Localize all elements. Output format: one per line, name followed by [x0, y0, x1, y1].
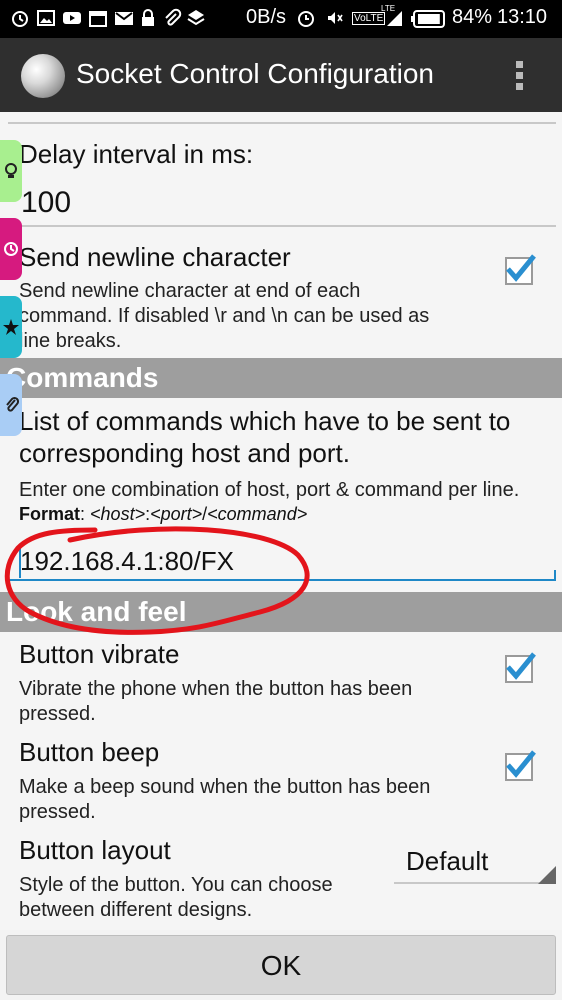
delay-underline	[8, 225, 556, 227]
vibrate-title: Button vibrate	[19, 639, 180, 669]
category-look-and-feel: Look and feel	[0, 592, 562, 632]
category-commands: Commands	[0, 358, 562, 398]
clock-icon	[4, 242, 18, 256]
check-icon	[506, 750, 536, 778]
category-commands-label: Commands	[6, 362, 159, 393]
commands-title-2: corresponding host and port.	[19, 438, 350, 468]
signal-icon	[387, 11, 402, 26]
format-port: <port>	[150, 504, 203, 524]
image-icon	[37, 10, 55, 26]
layout-dropdown[interactable]: Default	[406, 846, 488, 877]
layout-title: Button layout	[19, 835, 171, 865]
layout-summary-1: Style of the button. You can choose	[19, 874, 333, 896]
overflow-menu-icon[interactable]	[508, 58, 530, 92]
newline-summary-3: line breaks.	[19, 330, 122, 352]
app-title: Socket Control Configuration	[76, 58, 434, 89]
battery-icon	[411, 10, 445, 28]
category-look-and-feel-label: Look and feel	[6, 596, 187, 627]
app-logo-icon	[21, 54, 65, 98]
youtube-icon	[63, 12, 81, 24]
ok-button-label: OK	[260, 950, 302, 981]
delay-input[interactable]: 100	[21, 186, 71, 220]
commands-title-1: List of commands which have to be sent t…	[19, 406, 511, 436]
dropdown-triangle-icon	[538, 866, 556, 884]
commands-input-underline	[6, 579, 556, 581]
beep-summary-2: pressed.	[19, 801, 96, 823]
mute-icon	[328, 12, 343, 24]
lightbulb-icon	[5, 163, 17, 178]
newline-checkbox[interactable]	[505, 254, 536, 285]
divider	[8, 122, 556, 124]
clock: 13:10	[497, 6, 548, 28]
newline-title: Send newline character	[19, 242, 291, 272]
layers-icon	[187, 10, 205, 26]
layout-summary-2: between different designs.	[19, 899, 253, 921]
newline-summary-2: command. If disabled \r and \n can be us…	[19, 305, 430, 327]
format-host: <host>	[90, 504, 146, 524]
lock-icon	[142, 9, 154, 26]
side-tab-star[interactable]	[0, 296, 22, 358]
beep-title: Button beep	[19, 737, 160, 767]
alarm-icon	[12, 11, 28, 27]
commands-summary: Enter one combination of host, port & co…	[19, 479, 520, 501]
vibrate-summary-2: pressed.	[19, 703, 96, 725]
commands-format: Format: <host>:<port>/<command>	[19, 504, 308, 524]
commands-input[interactable]: 192.168.4.1:80/FX	[20, 546, 234, 577]
beep-checkbox[interactable]	[505, 750, 536, 781]
delay-label: Delay interval in ms:	[19, 139, 254, 169]
battery-percent: 84%	[452, 6, 493, 28]
vibrate-checkbox[interactable]	[505, 652, 536, 683]
volte-badge: VoLTE	[352, 12, 386, 25]
ok-button[interactable]: OK	[6, 935, 556, 995]
side-tab-lightbulb[interactable]	[0, 140, 22, 202]
format-command: <command>	[207, 504, 308, 524]
check-icon	[506, 254, 536, 282]
alarm-clock-icon	[298, 11, 314, 27]
gmail-icon	[115, 12, 133, 25]
layout-dropdown-underline	[394, 882, 556, 884]
vibrate-summary-1: Vibrate the phone when the button has be…	[19, 678, 413, 700]
check-icon	[506, 652, 536, 680]
star-icon	[3, 319, 19, 335]
newline-summary-1: Send newline character at end of each	[19, 280, 361, 302]
side-tab-paperclip[interactable]	[0, 374, 22, 436]
paperclip-icon	[6, 396, 19, 412]
preferences-list: Delay interval in ms: 100 Send newline c…	[0, 112, 562, 930]
network-speed: 0B/s	[246, 6, 287, 28]
status-bar: 0B/s VoLTE LTE 84% 13:10	[0, 0, 562, 38]
side-tab-clock[interactable]	[0, 218, 22, 280]
beep-summary-1: Make a beep sound when the button has be…	[19, 776, 431, 798]
calendar-icon	[89, 11, 107, 27]
format-label: Format	[19, 504, 81, 524]
attachment-icon	[165, 8, 182, 26]
